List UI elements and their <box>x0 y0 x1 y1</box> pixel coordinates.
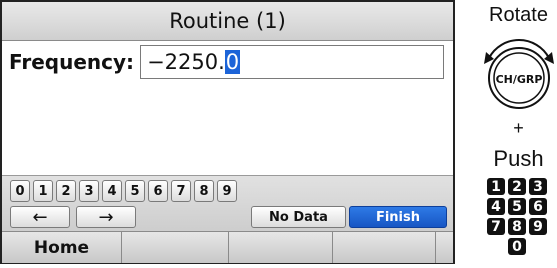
push-label: Push <box>493 146 544 171</box>
softkey-5[interactable] <box>436 232 453 263</box>
digit-key-8[interactable]: 8 <box>194 180 214 202</box>
keypad: 0 1 2 3 4 5 6 7 8 9 ← → No Data Finish <box>2 175 453 232</box>
ch-grp-dial-icon: CH/GRP <box>484 39 554 109</box>
right-arrow-button[interactable]: → <box>76 206 136 228</box>
softkey-4[interactable] <box>333 232 436 263</box>
num-key-6: 6 <box>529 198 547 215</box>
frequency-label: Frequency: <box>9 50 135 74</box>
finish-button[interactable]: Finish <box>349 206 447 228</box>
digit-key-5[interactable]: 5 <box>125 180 145 202</box>
digit-key-0[interactable]: 0 <box>10 180 30 202</box>
num-key-2: 2 <box>508 178 526 195</box>
num-key-3: 3 <box>529 178 547 195</box>
rotate-label: Rotate <box>489 4 548 26</box>
frequency-row: Frequency: −2250. 0 <box>9 45 445 79</box>
frequency-value: −2250. <box>147 50 225 74</box>
digit-key-6[interactable]: 6 <box>148 180 168 202</box>
softkey-2[interactable] <box>122 232 229 263</box>
dial-label: CH/GRP <box>496 73 543 86</box>
num-key-7: 7 <box>487 218 505 235</box>
radio-screen: Routine (1) Frequency: −2250. 0 0 1 2 3 4… <box>0 0 455 264</box>
softkey-bar: Home <box>2 231 453 263</box>
num-key-5: 5 <box>508 198 526 215</box>
digit-key-2[interactable]: 2 <box>56 180 76 202</box>
num-key-1: 1 <box>487 178 505 195</box>
softkey-3[interactable] <box>229 232 333 263</box>
right-arrow-icon: → <box>98 206 114 228</box>
digit-key-3[interactable]: 3 <box>79 180 99 202</box>
num-key-8: 8 <box>508 218 526 235</box>
instruction-panel: Rotate CH/GRP + Push 1 2 3 4 5 6 7 8 9 0 <box>480 0 557 268</box>
num-key-9: 9 <box>529 218 547 235</box>
no-data-button[interactable]: No Data <box>251 206 346 228</box>
num-key-4: 4 <box>487 198 505 215</box>
left-arrow-icon: ← <box>32 206 48 228</box>
plus-sign: + <box>513 118 524 138</box>
num-key-0: 0 <box>508 238 526 255</box>
frequency-cursor: 0 <box>224 50 241 74</box>
digit-key-1[interactable]: 1 <box>33 180 53 202</box>
digit-key-4[interactable]: 4 <box>102 180 122 202</box>
screen-title: Routine (1) <box>2 2 453 41</box>
frequency-field[interactable]: −2250. 0 <box>140 45 445 79</box>
digit-key-7[interactable]: 7 <box>171 180 191 202</box>
softkey-home[interactable]: Home <box>2 232 122 263</box>
left-arrow-button[interactable]: ← <box>10 206 70 228</box>
digit-key-9[interactable]: 9 <box>217 180 237 202</box>
